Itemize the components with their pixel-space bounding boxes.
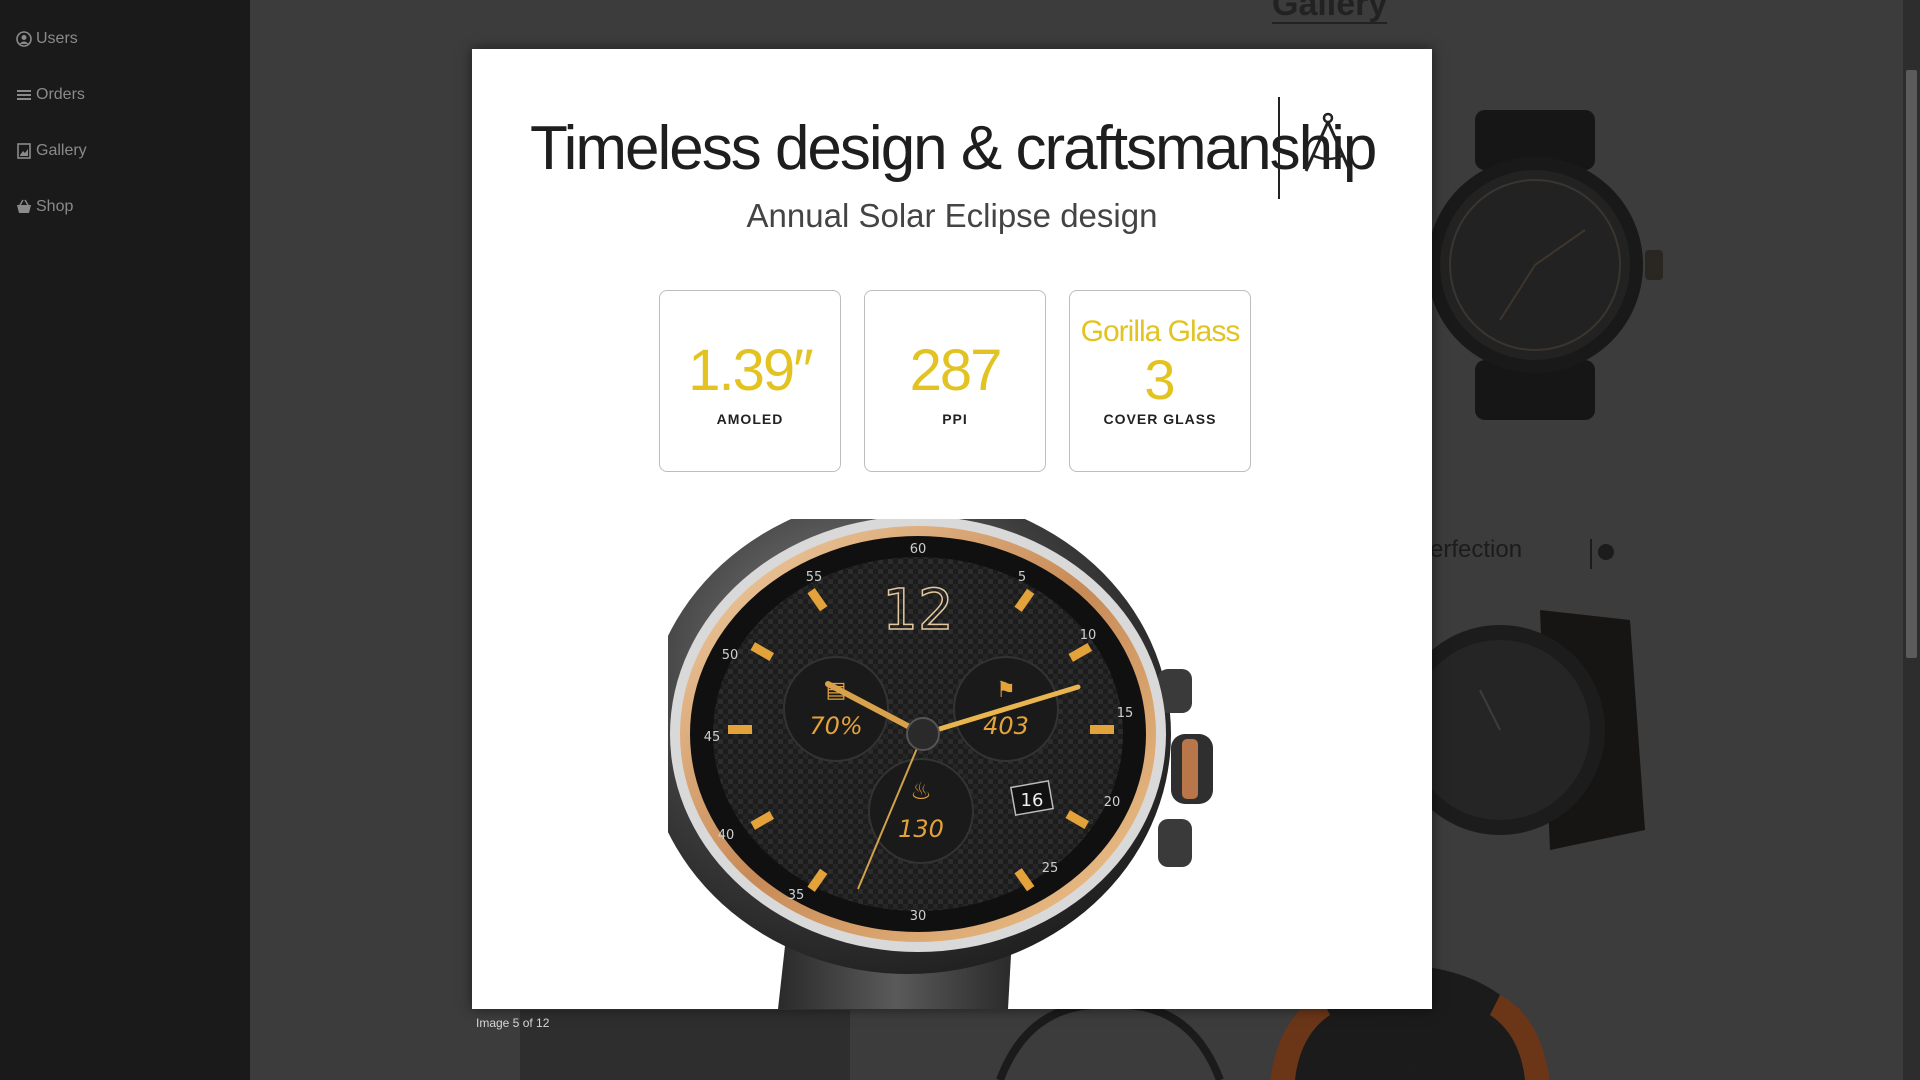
spec-card-glass: Gorilla Glass 3 COVER GLASS <box>1069 290 1251 472</box>
svg-text:35: 35 <box>788 888 805 903</box>
gallery-thumbnail[interactable] <box>1420 110 1680 420</box>
background-divider <box>1590 539 1592 569</box>
svg-text:⚑: ⚑ <box>996 677 1016 702</box>
sidebar-item-label: Orders <box>36 86 85 103</box>
svg-text:55: 55 <box>806 570 823 585</box>
scrollbar-thumb[interactable] <box>1906 70 1917 658</box>
svg-text:10: 10 <box>1080 628 1097 643</box>
hour-12-marker: 12 <box>882 578 953 643</box>
svg-text:60: 60 <box>910 542 927 557</box>
smartwatch-image: 60 5 10 15 20 25 30 35 40 45 50 55 12 70… <box>668 519 1213 1009</box>
list-icon <box>17 90 31 100</box>
svg-text:30: 30 <box>910 909 927 924</box>
svg-text:5: 5 <box>1018 570 1026 585</box>
scrollbar[interactable] <box>1903 0 1920 1080</box>
sidebar-item-shop[interactable]: Shop <box>16 198 73 216</box>
subdial-calories: ♨ 130 <box>868 758 974 864</box>
svg-text:70%: 70% <box>809 712 862 740</box>
svg-text:15: 15 <box>1117 706 1134 721</box>
svg-text:45: 45 <box>704 730 721 745</box>
promo-title: Timeless design & craftsmanship <box>530 114 1377 183</box>
lightbox-image[interactable]: Timeless design & craftsmanship Annual S… <box>472 49 1432 1009</box>
sidebar-item-users[interactable]: Users <box>16 30 78 48</box>
spec-label: PPI <box>942 411 968 427</box>
spec-card-display: 1.39″ AMOLED <box>659 290 841 472</box>
svg-text:20: 20 <box>1104 795 1121 810</box>
svg-text:25: 25 <box>1042 861 1059 876</box>
background-banner-text: erfection <box>1430 536 1523 563</box>
background-logo-icon <box>1598 544 1614 560</box>
spec-value: 1.39″ <box>688 338 813 403</box>
title-divider <box>1278 97 1280 199</box>
user-circle-icon <box>16 31 32 47</box>
compass-logo-icon <box>1304 112 1352 172</box>
gallery-thumbnail[interactable] <box>990 1000 1230 1080</box>
spec-value-top: Gorilla Glass <box>1080 315 1241 348</box>
sidebar-item-label: Shop <box>36 198 74 215</box>
image-icon <box>17 143 31 159</box>
svg-text:♨: ♨ <box>910 778 932 805</box>
watch-button-bottom <box>1158 819 1192 867</box>
spec-card-ppi: 287 PPI <box>864 290 1046 472</box>
basket-icon <box>17 199 31 213</box>
spec-label: AMOLED <box>716 411 784 427</box>
svg-text:50: 50 <box>722 648 739 663</box>
sidebar-item-label: Gallery <box>36 142 87 159</box>
svg-text:16: 16 <box>1021 790 1044 811</box>
sidebar: Users Orders Gallery Shop <box>0 0 250 1080</box>
promo-subtitle: Annual Solar Eclipse design <box>746 197 1158 234</box>
gallery-thumbnail[interactable] <box>520 1010 850 1080</box>
page-title: Gallery <box>1272 0 1388 24</box>
image-counter: Image 5 of 12 <box>476 1016 550 1030</box>
sidebar-item-orders[interactable]: Orders <box>16 86 85 104</box>
spec-value: 287 <box>909 338 1003 403</box>
sidebar-item-gallery[interactable]: Gallery <box>16 142 87 160</box>
spec-value: 3 <box>1144 348 1176 411</box>
svg-text:130: 130 <box>898 815 944 843</box>
spec-label: COVER GLASS <box>1103 411 1217 427</box>
date-window: 16 <box>1009 780 1055 816</box>
gallery-thumbnail[interactable] <box>1420 600 1650 860</box>
svg-text:40: 40 <box>718 828 735 843</box>
background-brand-text: CASIO <box>1385 1058 1424 1072</box>
sidebar-item-label: Users <box>36 30 78 47</box>
